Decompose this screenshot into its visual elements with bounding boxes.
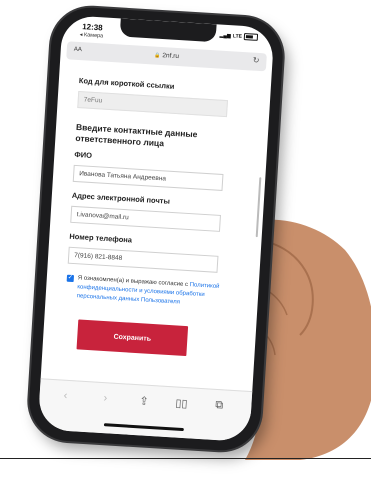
consent-text: Я ознакомлен(а) и выражаю согласие с Пол… (76, 274, 224, 310)
status-time: 12:38 (81, 22, 103, 33)
url-text: 2nf.ru (162, 52, 180, 61)
back-icon[interactable]: ‹ (63, 390, 67, 402)
bookmarks-icon[interactable]: ▯▯ (175, 397, 188, 411)
status-indicators: ▂▄▆ LTE (219, 32, 259, 41)
contact-section-title: Введите контактные данные ответственного… (75, 121, 198, 149)
phone-screen: 12:38 ◂ Камера ▂▄▆ LTE AA 🔒 2nf.ru ↻ Код … (37, 14, 275, 443)
signal-icon: ▂▄▆ (219, 32, 232, 39)
short-code-field (77, 90, 229, 118)
consent-row: ✓ Я ознакомлен(а) и выражаю согласие с П… (65, 274, 224, 311)
home-indicator[interactable] (103, 423, 184, 432)
save-button[interactable]: Сохранить (76, 319, 189, 357)
network-label: LTE (232, 32, 243, 40)
browser-toolbar: ‹ › ⇪ ▯▯ ⧉ (37, 378, 253, 443)
share-icon[interactable]: ⇪ (139, 394, 149, 408)
battery-icon (243, 33, 259, 41)
phone-field[interactable] (67, 246, 219, 273)
consent-checkbox[interactable]: ✓ (66, 274, 75, 283)
scrollbar[interactable] (255, 177, 262, 238)
phone-device: 12:38 ◂ Камера ▂▄▆ LTE AA 🔒 2nf.ru ↻ Код … (26, 5, 286, 453)
divider-line (0, 458, 371, 459)
reload-icon[interactable]: ↻ (253, 56, 260, 65)
form-content: Код для короткой ссылки Введите контактн… (63, 76, 257, 359)
lock-icon: 🔒 (153, 52, 161, 59)
tabs-icon[interactable]: ⧉ (215, 399, 224, 412)
back-to-app-link[interactable]: ◂ Камера (80, 32, 104, 39)
forward-icon[interactable]: › (103, 392, 107, 404)
